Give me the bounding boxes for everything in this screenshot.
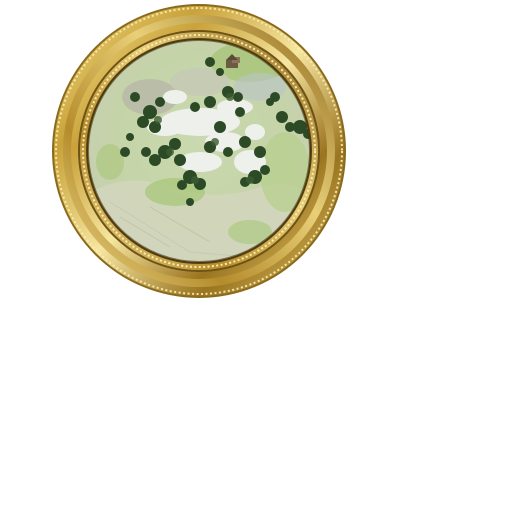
minimap[interactable] [50, 2, 348, 300]
game-screen [0, 0, 512, 512]
